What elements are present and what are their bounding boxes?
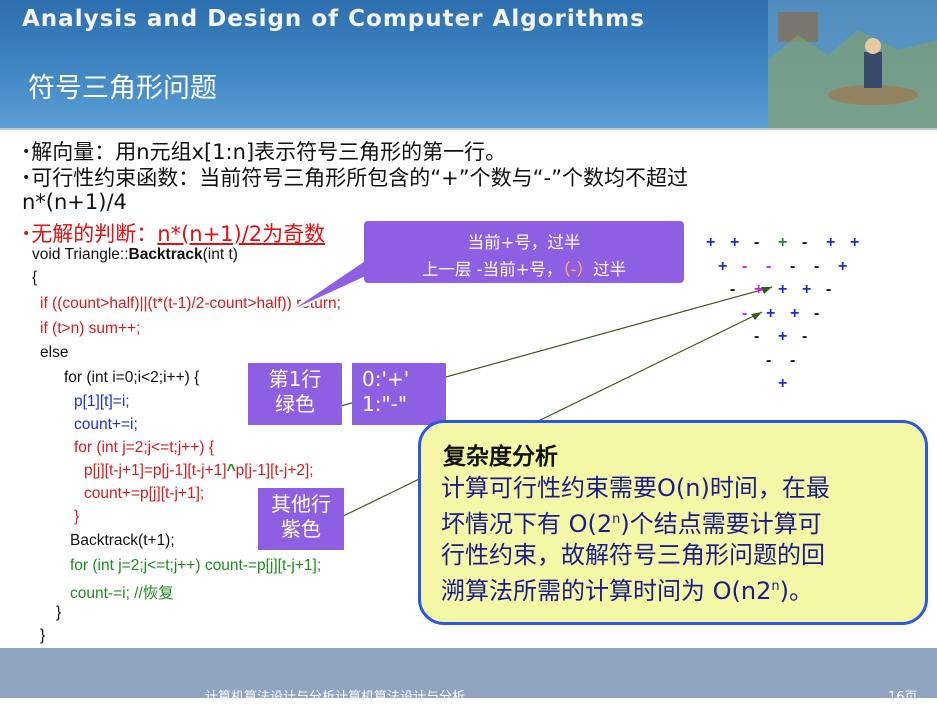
triangle-sign: - bbox=[754, 234, 760, 251]
triangle-sign: + bbox=[802, 281, 812, 298]
triangle-sign: + bbox=[778, 328, 788, 345]
triangle-sign: - bbox=[730, 281, 736, 298]
triangle-sign: - bbox=[790, 257, 796, 275]
code-restore-i: count-=i; //恢复 bbox=[70, 585, 174, 602]
code-prune-check: if ((count>half)||(t*(t-1)/2-count>half)… bbox=[40, 295, 341, 312]
bullet-feasibility: •可行性约束函数：当前符号三角形所包含的“+”个数与“-”个数均不超过 bbox=[22, 166, 688, 190]
triangle-sign: + bbox=[790, 304, 800, 322]
triangle-sign: - bbox=[814, 257, 820, 275]
triangle-sign: + bbox=[766, 304, 776, 322]
triangle-sign: - bbox=[766, 257, 772, 275]
complexity-body: 计算可行性约束需要O(n)时间，在最 坏情况下有 O(2n)个结点需要计算可 行… bbox=[441, 474, 830, 605]
odd-condition: n*(n+1)/2为奇数 bbox=[157, 222, 326, 246]
triangle-sign: - bbox=[802, 234, 808, 251]
sign-mapping-label: 0:'+' 1:"-" bbox=[352, 363, 446, 425]
triangle-sign: + bbox=[778, 234, 788, 251]
triangle-sign: - bbox=[766, 351, 772, 369]
triangle-sign: - bbox=[742, 257, 748, 275]
triangle-sign: + bbox=[850, 234, 860, 251]
callout-line-2: 上一层 -当前+号，（-）过半 bbox=[421, 260, 627, 279]
code-for-i: for (int i=0;i<2;i++) { bbox=[64, 369, 200, 386]
code-close-for-i: } bbox=[56, 604, 62, 621]
slide-title: 符号三角形问题 bbox=[28, 73, 217, 104]
code-sum-increment: if (t>n) sum++; bbox=[40, 320, 141, 337]
triangle-sign: + bbox=[718, 257, 728, 275]
code-restore-loop: for (int j=2;j<=t;j++) count-=p[j][t-j+1… bbox=[70, 557, 322, 574]
triangle-sign: + bbox=[778, 375, 788, 392]
triangle-sign: - bbox=[802, 328, 808, 345]
complexity-box: 复杂度分析 计算可行性约束需要O(n)时间，在最 坏情况下有 O(2n)个结点需… bbox=[418, 420, 928, 625]
callout-line-1: 当前+号，过半 bbox=[467, 233, 581, 252]
code-close-fn: } bbox=[40, 627, 46, 644]
course-title: Analysis and Design of Computer Algorith… bbox=[22, 6, 645, 32]
code-close-for-j: } bbox=[74, 508, 80, 525]
code-open-brace: { bbox=[32, 269, 38, 286]
triangle-sign: + bbox=[706, 234, 716, 251]
code-signature: void Triangle::Backtrack(int t) bbox=[32, 246, 238, 263]
complexity-title: 复杂度分析 bbox=[443, 444, 558, 470]
triangle-sign: - bbox=[754, 328, 760, 345]
triangle-sign: - bbox=[814, 304, 820, 322]
triangle-sign: + bbox=[826, 234, 836, 251]
landscape-illustration bbox=[768, 0, 937, 128]
triangle-sign: - bbox=[742, 304, 748, 322]
code-else: else bbox=[40, 344, 69, 361]
footer-text: 计算机算法设计与分析计算机算法设计与分析 bbox=[205, 690, 466, 705]
title-rule bbox=[0, 128, 937, 130]
half-callout: 当前+号，过半 上一层 -当前+号，（-）过半 bbox=[364, 221, 684, 283]
bullet-no-solution: •无解的判断：n*(n+1)/2为奇数 bbox=[22, 222, 326, 246]
other-rows-label: 其他行 紫色 bbox=[258, 488, 344, 550]
triangle-sign: - bbox=[790, 351, 796, 369]
triangle-sign: + bbox=[838, 257, 848, 275]
triangle-sign: - bbox=[826, 281, 832, 298]
triangle-sign: + bbox=[730, 234, 740, 251]
page-number: 16页 bbox=[888, 690, 918, 705]
code-set-first-row: p[1][t]=i; bbox=[74, 393, 130, 410]
code-recurse: Backtrack(t+1); bbox=[70, 532, 175, 549]
code-for-j: for (int j=2;j<=t;j++) { bbox=[74, 439, 215, 456]
bullet-feasibility-cont: n*(n+1)/4 bbox=[22, 190, 127, 214]
code-count-add-i: count+=i; bbox=[74, 416, 138, 433]
triangle-sign: + bbox=[754, 281, 764, 298]
slide-footer: 计算机算法设计与分析计算机算法设计与分析 16页 bbox=[0, 648, 937, 705]
code-count-add-p: count+=p[j][t-j+1]; bbox=[84, 485, 205, 502]
triangle-sign: + bbox=[778, 281, 788, 298]
first-row-label: 第1行 绿色 bbox=[248, 363, 342, 425]
slide-header: Analysis and Design of Computer Algorith… bbox=[0, 0, 937, 128]
code-xor-assign: p[j][t-j+1]=p[j-1][t-j+1]^p[j-1][t-j+2]; bbox=[84, 462, 314, 479]
